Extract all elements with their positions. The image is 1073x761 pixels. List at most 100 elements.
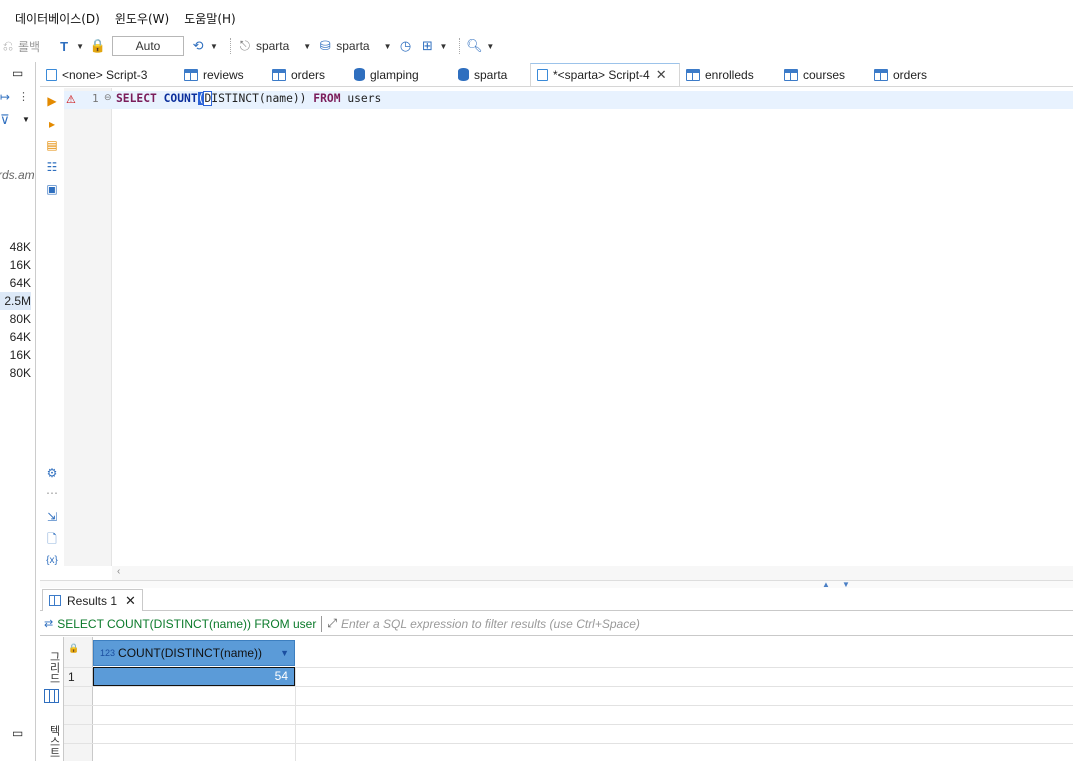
- expand-icon[interactable]: ⤢: [327, 616, 337, 631]
- sort-dropdown-icon[interactable]: ▼: [280, 648, 289, 658]
- network-button[interactable]: ⊞ ▼: [420, 34, 447, 58]
- table-name: users: [347, 92, 382, 105]
- chevron-down-icon: ▼: [76, 41, 85, 51]
- variables-icon[interactable]: {x}: [45, 554, 59, 568]
- menu-help[interactable]: 도움말(H): [184, 8, 236, 30]
- tab-label: courses: [803, 67, 846, 82]
- tab-label: enrolleds: [705, 67, 754, 82]
- table-size-value: 48K: [9, 240, 31, 254]
- filter-input[interactable]: Enter a SQL expression to filter results…: [341, 617, 640, 631]
- tab-enrolleds[interactable]: enrolleds: [680, 63, 778, 86]
- table-size-value: 64K: [9, 330, 31, 344]
- datasource-selector[interactable]: ⎋ sparta ▼: [237, 34, 311, 58]
- schema-selector[interactable]: ⛁ sparta ▼: [317, 34, 392, 58]
- execute-statement-icon[interactable]: ▶: [45, 94, 59, 108]
- minimize-icon[interactable]: ▭: [12, 726, 23, 740]
- lock-button[interactable]: 🔒: [90, 34, 106, 58]
- transaction-icon: T: [60, 38, 69, 54]
- sql-editor[interactable]: [113, 88, 1073, 566]
- function-distinct: ISTINCT: [211, 92, 259, 105]
- editor-tab-bar: <none> Script-3 reviews orders glamping spar…: [40, 63, 1073, 87]
- export-icon[interactable]: ⇲: [45, 510, 59, 524]
- separator-dots-icon: ⋯: [46, 486, 58, 500]
- more-icon[interactable]: ⋮: [18, 90, 29, 103]
- tab-label: orders: [893, 67, 928, 82]
- maximize-down-icon[interactable]: ▼: [842, 580, 850, 589]
- tab-reviews[interactable]: reviews: [178, 63, 266, 86]
- execute-script-icon[interactable]: ▤: [45, 138, 59, 152]
- datasource-icon: ⎋: [239, 38, 251, 53]
- schema-label: sparta: [336, 39, 370, 53]
- tab-label: <none> Script-3: [62, 67, 148, 82]
- function-count: COUNT: [163, 92, 198, 105]
- minimize-icon[interactable]: ▭: [12, 66, 23, 80]
- tab-glamping[interactable]: glamping: [348, 63, 452, 86]
- result-cell[interactable]: 54: [93, 667, 295, 686]
- auto-commit-box[interactable]: Auto: [112, 36, 185, 56]
- table-icon: [874, 68, 888, 81]
- search-button[interactable]: 🔍︎ ▼: [466, 34, 494, 58]
- column-header[interactable]: 123 COUNT(DISTINCT(name)) ▼: [93, 640, 295, 666]
- rollback-label: 롤백: [18, 39, 41, 54]
- horizontal-scrollbar[interactable]: ‹: [112, 566, 1073, 580]
- results-filter-bar: ⇄ SELECT COUNT(DISTINCT(name)) FROM user…: [40, 612, 1073, 636]
- history-button[interactable]: ⟲ ▼: [190, 34, 218, 58]
- database-icon: ⛁: [319, 38, 331, 53]
- results-tab-label: Results 1: [67, 593, 118, 608]
- chevron-down-icon: ▼: [486, 41, 495, 51]
- datasource-label: sparta: [255, 39, 290, 53]
- settings-icon[interactable]: ⚙: [45, 466, 59, 480]
- filter-separator: [321, 615, 323, 632]
- toolbar-separator: [229, 38, 231, 54]
- editor-results-splitter[interactable]: ▲ ▼: [40, 580, 1073, 589]
- editor-action-column: ▶ ▸ ▤ ☷ ▣ ⚙ ⋯ ⇲ 🗋 {x}: [40, 88, 64, 588]
- grid-line: [64, 724, 1073, 725]
- new-file-icon[interactable]: 🗋: [45, 532, 59, 546]
- explain-plan-icon[interactable]: ☷: [45, 160, 59, 174]
- lock-icon: 🔒: [68, 643, 80, 653]
- tab-none-script-3[interactable]: <none> Script-3: [40, 63, 178, 86]
- table-size-value: 80K: [9, 366, 31, 380]
- clipped-connection-text: rds.am: [0, 168, 35, 182]
- tab-sparta-script-4[interactable]: *<sparta> Script-4 ✕: [530, 63, 680, 86]
- link-icon[interactable]: ↦: [0, 90, 10, 104]
- result-view-switcher: 그리드 텍스트: [40, 637, 64, 761]
- text-view-tab[interactable]: 텍스트: [42, 725, 62, 758]
- tab-orders[interactable]: orders: [266, 63, 348, 86]
- menu-bar: 데이터베이스(D) 윈도우(W) 도움말(H): [0, 8, 251, 30]
- line-number: 1: [92, 92, 99, 105]
- keyword-from: FROM: [313, 92, 341, 105]
- grid-view-icon[interactable]: [44, 689, 59, 703]
- chevron-down-icon[interactable]: ▼: [22, 115, 30, 124]
- table-size-value: 16K: [9, 258, 31, 272]
- menu-database[interactable]: 데이터베이스(D): [15, 8, 100, 30]
- numeric-type-icon: 123: [100, 648, 116, 658]
- results-tab[interactable]: Results 1 ✕: [42, 589, 143, 611]
- fold-icon[interactable]: ⊖: [104, 92, 112, 103]
- execute-in-new-tab-icon[interactable]: ▸: [45, 117, 59, 131]
- database-icon: [458, 68, 469, 81]
- scroll-left-icon[interactable]: ‹: [117, 566, 120, 577]
- rollback-button[interactable]: ⎌ 롤백: [0, 34, 40, 58]
- dashboard-button[interactable]: ◷: [398, 34, 414, 58]
- transaction-mode-button[interactable]: T ▼: [56, 34, 84, 58]
- chevron-down-icon: ▼: [383, 41, 392, 51]
- close-icon[interactable]: ✕: [656, 67, 667, 83]
- history-icon: ⟲: [192, 38, 204, 53]
- table-size-value: 2.5M: [0, 292, 31, 310]
- close-icon[interactable]: ✕: [125, 593, 136, 609]
- output-icon[interactable]: ▣: [45, 182, 59, 196]
- transaction-mode-field[interactable]: Auto: [112, 34, 185, 58]
- filter-icon[interactable]: ⊽: [0, 112, 10, 128]
- sql-code-line[interactable]: SELECT COUNT(DISTINCT(name)) FROM users: [116, 91, 382, 106]
- table-size-value: 64K: [9, 276, 31, 290]
- grid-view-tab[interactable]: 그리드: [42, 651, 62, 684]
- grid-line: [64, 743, 1073, 744]
- executed-query-text: SELECT COUNT(DISTINCT(name)) FROM user: [57, 616, 317, 631]
- tab-courses[interactable]: courses: [778, 63, 868, 86]
- table-size-value: 16K: [9, 348, 31, 362]
- maximize-up-icon[interactable]: ▲: [822, 580, 830, 589]
- tab-sparta[interactable]: sparta: [452, 63, 530, 86]
- tab-orders[interactable]: orders: [868, 63, 938, 86]
- menu-window[interactable]: 윈도우(W): [115, 8, 169, 30]
